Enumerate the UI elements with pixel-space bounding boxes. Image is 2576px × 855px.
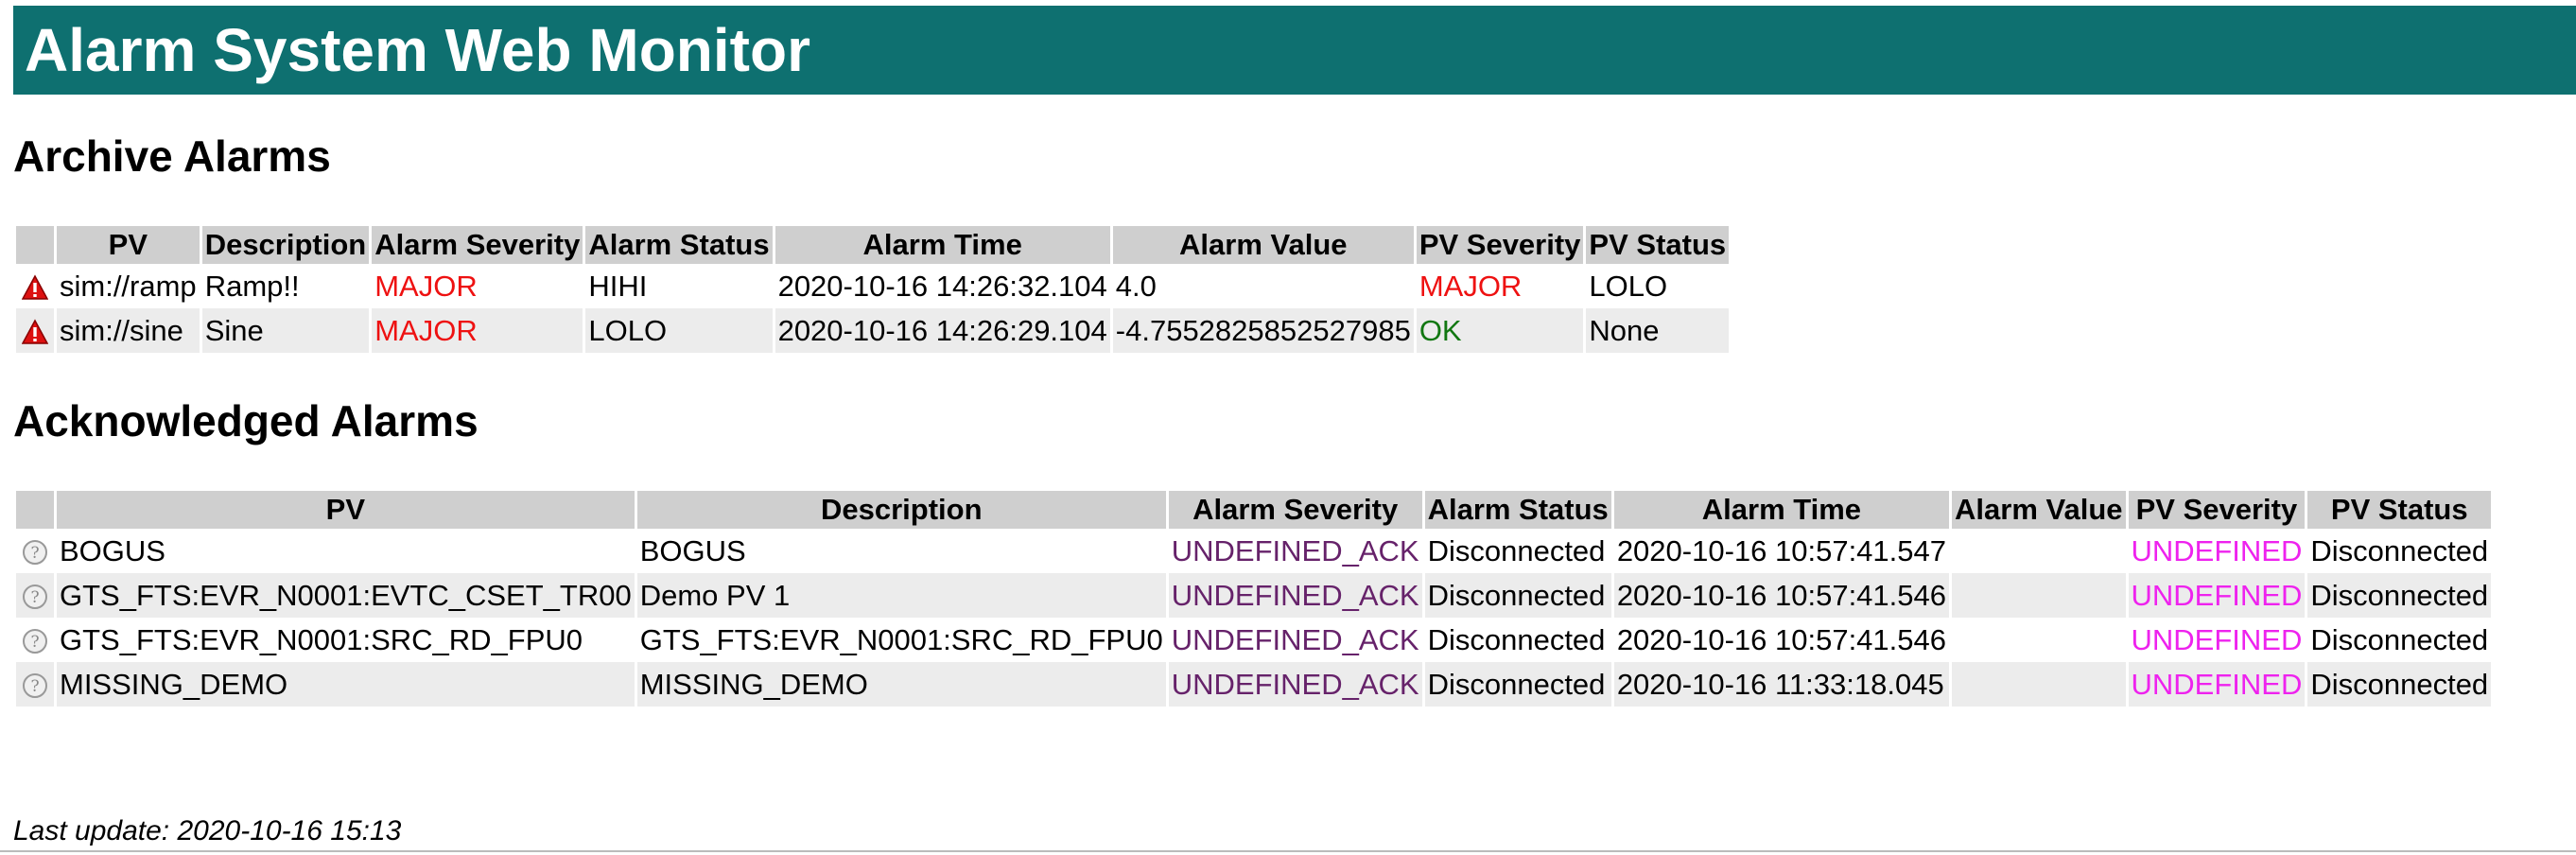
alarm-severity-cell: UNDEFINED_ACK xyxy=(1168,529,1422,573)
column-header-description: Description xyxy=(636,491,1166,529)
alarm-status-cell: HIHI xyxy=(585,264,773,308)
alarm-status-cell: Disconnected xyxy=(1424,529,1611,573)
alarm-value-cell: -4.7552825852527985 xyxy=(1112,308,1414,353)
pv-cell: sim://ramp xyxy=(57,264,200,308)
pv-severity-cell: MAJOR xyxy=(1416,264,1584,308)
app-banner: Alarm System Web Monitor xyxy=(13,6,2576,95)
last-update-text: Last update: 2020-10-16 15:13 xyxy=(13,815,402,846)
archive-alarms-table: PV Description Alarm Severity Alarm Stat… xyxy=(13,226,1732,353)
alarm-time-cell: 2020-10-16 14:26:29.104 xyxy=(775,308,1110,353)
description-cell: MISSING_DEMO xyxy=(636,662,1166,707)
pv-cell: MISSING_DEMO xyxy=(57,662,635,707)
column-header-alarm-severity: Alarm Severity xyxy=(1168,491,1422,529)
alarm-value-cell xyxy=(1952,573,2126,618)
question-icon: ? xyxy=(23,673,47,699)
svg-text:?: ? xyxy=(30,544,39,563)
table-row: sim://sine Sine MAJOR LOLO 2020-10-16 14… xyxy=(16,308,1730,353)
description-cell: Sine xyxy=(201,308,370,353)
column-header-pv-status: PV Status xyxy=(1586,226,1730,264)
column-header-pv-status: PV Status xyxy=(2307,491,2492,529)
column-header-pv: PV xyxy=(57,226,200,264)
column-header-alarm-value: Alarm Value xyxy=(1112,226,1414,264)
alarm-severity-cell: UNDEFINED_ACK xyxy=(1168,618,1422,662)
table-row: ? BOGUS BOGUS UNDEFINED_ACK Disconnected… xyxy=(16,529,2492,573)
pv-status-cell: Disconnected xyxy=(2307,573,2492,618)
description-cell: BOGUS xyxy=(636,529,1166,573)
pv-cell: GTS_FTS:EVR_N0001:EVTC_CSET_TR00 xyxy=(57,573,635,618)
acknowledged-alarms-table: PV Description Alarm Severity Alarm Stat… xyxy=(13,491,2494,707)
alarm-severity-cell: UNDEFINED_ACK xyxy=(1168,662,1422,707)
svg-text:?: ? xyxy=(30,588,39,607)
table-row: ? GTS_FTS:EVR_N0001:EVTC_CSET_TR00 Demo … xyxy=(16,573,2492,618)
alarm-value-cell xyxy=(1952,529,2126,573)
question-icon: ? xyxy=(23,540,47,566)
svg-text:?: ? xyxy=(30,633,39,652)
alarm-severity-cell: MAJOR xyxy=(372,308,583,353)
alarm-status-cell: Disconnected xyxy=(1424,662,1611,707)
pv-status-cell: Disconnected xyxy=(2307,662,2492,707)
pv-status-cell: None xyxy=(1586,308,1730,353)
question-icon: ? xyxy=(23,629,47,654)
column-header-description: Description xyxy=(201,226,370,264)
description-cell: GTS_FTS:EVR_N0001:SRC_RD_FPU0 xyxy=(636,618,1166,662)
alarm-time-cell: 2020-10-16 10:57:41.546 xyxy=(1613,573,1950,618)
column-header-icon xyxy=(16,491,54,529)
pv-severity-cell: UNDEFINED xyxy=(2128,573,2306,618)
alarm-time-cell: 2020-10-16 10:57:41.546 xyxy=(1613,618,1950,662)
column-header-alarm-value: Alarm Value xyxy=(1952,491,2126,529)
pv-cell: sim://sine xyxy=(57,308,200,353)
column-header-alarm-time: Alarm Time xyxy=(775,226,1110,264)
description-cell: Demo PV 1 xyxy=(636,573,1166,618)
page-title: Alarm System Web Monitor xyxy=(25,16,810,84)
alarm-status-cell: Disconnected xyxy=(1424,573,1611,618)
alarm-status-cell: Disconnected xyxy=(1424,618,1611,662)
archive-alarms-heading: Archive Alarms xyxy=(13,131,331,181)
acknowledged-header-row: PV Description Alarm Severity Alarm Stat… xyxy=(16,491,2492,529)
alarm-time-cell: 2020-10-16 10:57:41.547 xyxy=(1613,529,1950,573)
alarm-time-cell: 2020-10-16 11:33:18.045 xyxy=(1613,662,1950,707)
alarm-time-cell: 2020-10-16 14:26:32.104 xyxy=(775,264,1110,308)
pv-severity-cell: OK xyxy=(1416,308,1584,353)
pv-cell: GTS_FTS:EVR_N0001:SRC_RD_FPU0 xyxy=(57,618,635,662)
footer-divider xyxy=(0,850,2576,852)
table-row: ? GTS_FTS:EVR_N0001:SRC_RD_FPU0 GTS_FTS:… xyxy=(16,618,2492,662)
column-header-alarm-status: Alarm Status xyxy=(585,226,773,264)
alarm-value-cell xyxy=(1952,618,2126,662)
pv-severity-cell: UNDEFINED xyxy=(2128,618,2306,662)
alarm-value-cell xyxy=(1952,662,2126,707)
alarm-severity-cell: UNDEFINED_ACK xyxy=(1168,573,1422,618)
description-cell: Ramp!! xyxy=(201,264,370,308)
svg-text:?: ? xyxy=(30,677,39,696)
pv-status-cell: LOLO xyxy=(1586,264,1730,308)
pv-severity-cell: UNDEFINED xyxy=(2128,529,2306,573)
column-header-icon xyxy=(16,226,54,264)
warning-icon xyxy=(22,274,48,301)
pv-status-cell: Disconnected xyxy=(2307,529,2492,573)
question-icon: ? xyxy=(23,585,47,610)
column-header-pv: PV xyxy=(57,491,635,529)
pv-status-cell: Disconnected xyxy=(2307,618,2492,662)
column-header-pv-severity: PV Severity xyxy=(1416,226,1584,264)
column-header-pv-severity: PV Severity xyxy=(2128,491,2306,529)
column-header-alarm-status: Alarm Status xyxy=(1424,491,1611,529)
table-row: sim://ramp Ramp!! MAJOR HIHI 2020-10-16 … xyxy=(16,264,1730,308)
alarm-status-cell: LOLO xyxy=(585,308,773,353)
column-header-alarm-severity: Alarm Severity xyxy=(372,226,583,264)
alarm-value-cell: 4.0 xyxy=(1112,264,1414,308)
acknowledged-alarms-heading: Acknowledged Alarms xyxy=(13,396,479,445)
archive-header-row: PV Description Alarm Severity Alarm Stat… xyxy=(16,226,1730,264)
table-row: ? MISSING_DEMO MISSING_DEMO UNDEFINED_AC… xyxy=(16,662,2492,707)
warning-icon xyxy=(22,319,48,345)
pv-cell: BOGUS xyxy=(57,529,635,573)
pv-severity-cell: UNDEFINED xyxy=(2128,662,2306,707)
column-header-alarm-time: Alarm Time xyxy=(1613,491,1950,529)
alarm-severity-cell: MAJOR xyxy=(372,264,583,308)
